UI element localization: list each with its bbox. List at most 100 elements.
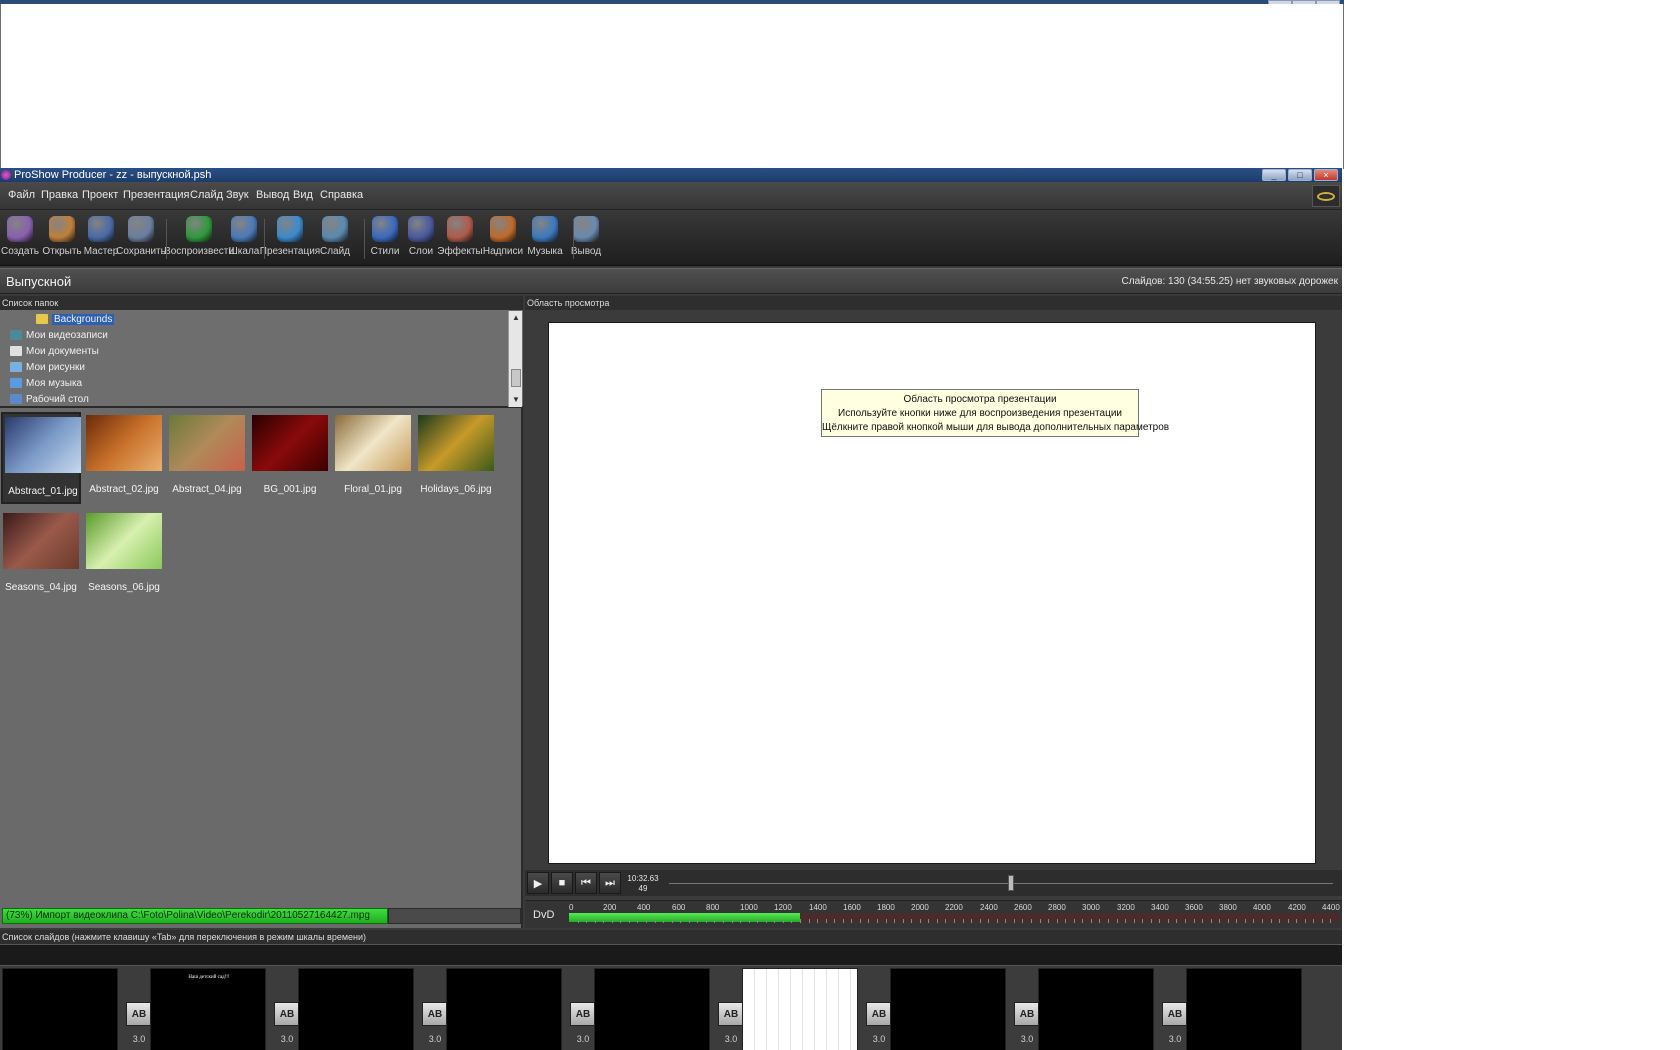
folder-item[interactable]: Мои видеозаписи (10, 328, 108, 342)
file-thumbnail[interactable]: BG_001.jpg (250, 412, 330, 504)
folder-tree-scrollbar[interactable]: ▲ ▼ (508, 311, 522, 407)
play-button[interactable]: ▶ (527, 872, 549, 894)
next-button[interactable]: ⏭ (599, 872, 621, 894)
file-thumbnail[interactable]: Seasons_04.jpg (1, 510, 81, 602)
menu-item[interactable]: Презентация (123, 189, 189, 201)
file-thumbnail[interactable]: Abstract_04.jpg (167, 412, 247, 504)
dvd-minor-tick (928, 919, 929, 923)
dvd-minor-tick (1262, 919, 1263, 923)
stop-button[interactable]: ■ (551, 872, 573, 894)
layers-icon (408, 216, 434, 242)
slide-thumbnail[interactable] (2, 968, 118, 1050)
toolbar-button[interactable]: Надписи (483, 214, 523, 264)
slide-thumbnail[interactable] (446, 968, 562, 1050)
menu-item[interactable]: Вид (293, 189, 313, 201)
toolbar-label: Вывод (570, 246, 602, 257)
file-thumbnail[interactable]: Floral_01.jpg (333, 412, 413, 504)
slide-thumbnail[interactable] (594, 968, 710, 1050)
dvd-minor-tick (1330, 919, 1331, 923)
slide-thumbnail[interactable] (1038, 968, 1154, 1050)
folder-item[interactable]: Рабочий стол (10, 392, 89, 406)
dvd-minor-tick (1117, 919, 1118, 923)
slide-thumbnail[interactable] (890, 968, 1006, 1050)
dvd-minor-tick (1134, 919, 1135, 923)
maximize-button[interactable]: □ (1288, 169, 1312, 181)
toolbar-button[interactable]: Создать (1, 214, 39, 264)
menu-item[interactable]: Правка (41, 189, 78, 201)
eye-icon (1317, 191, 1335, 201)
transition-icon[interactable]: AB (1162, 1002, 1188, 1026)
folder-item[interactable]: Мои документы (10, 344, 99, 358)
dvd-tick-label: 3200 (1117, 903, 1135, 912)
dvd-minor-tick (937, 919, 938, 923)
scroll-thumb[interactable] (511, 369, 521, 387)
transition-icon[interactable]: AB (570, 1002, 596, 1026)
toolbar-button[interactable]: Шкала (228, 214, 260, 264)
file-thumbnail[interactable]: Holidays_06.jpg (416, 412, 496, 504)
menu-item[interactable]: Слайд (190, 189, 223, 201)
dvd-minor-tick (868, 919, 869, 923)
folder-label: Рабочий стол (26, 393, 89, 405)
file-thumbnail[interactable]: Abstract_01.jpg (1, 412, 81, 504)
menu-item[interactable]: Справка (320, 189, 363, 201)
close-button[interactable]: × (1314, 169, 1338, 181)
slide-thumbnail[interactable] (742, 968, 858, 1050)
transition-icon[interactable]: AB (274, 1002, 300, 1026)
transition-icon[interactable]: AB (866, 1002, 892, 1026)
file-thumbnail[interactable]: Abstract_02.jpg (84, 412, 164, 504)
styles-icon (372, 216, 398, 242)
save-icon (128, 216, 154, 242)
slide-thumbnail[interactable] (1186, 968, 1302, 1050)
transition-icon[interactable]: AB (718, 1002, 744, 1026)
dvd-minor-tick (800, 919, 801, 923)
previous-button[interactable]: ⏮ (575, 872, 597, 894)
file-thumbnail[interactable]: Seasons_06.jpg (84, 510, 164, 602)
dvd-tick-label: 600 (672, 903, 686, 912)
toolbar-button[interactable]: Слайд (318, 214, 352, 264)
folder-label: Моя музыка (26, 377, 83, 389)
dvd-minor-tick (1245, 919, 1246, 923)
dvd-minor-tick (1253, 919, 1254, 923)
dvd-minor-tick (732, 919, 733, 923)
toolbar-button[interactable]: Открыть (42, 214, 82, 264)
preview-eye-button[interactable] (1312, 185, 1340, 207)
toolbar-button[interactable]: Сохранить (116, 214, 166, 264)
toolbar-button[interactable]: Мастер (84, 214, 118, 264)
seek-handle[interactable] (1008, 875, 1014, 891)
dvd-minor-tick (1228, 919, 1229, 923)
toolbar-button[interactable]: Стили (368, 214, 402, 264)
scroll-down-icon[interactable]: ▼ (509, 393, 523, 407)
dvd-minor-tick (851, 919, 852, 923)
minimize-button[interactable]: _ (1262, 169, 1286, 181)
toolbar-label: Шкала (228, 246, 260, 257)
file-name: Abstract_01.jpg (8, 486, 78, 497)
transition-icon[interactable]: AB (422, 1002, 448, 1026)
folder-item[interactable]: Backgrounds (36, 312, 115, 326)
dvd-tick-label: 2600 (1014, 903, 1032, 912)
folder-icon (36, 314, 48, 324)
toolbar-button[interactable]: Эффекты (437, 214, 483, 264)
menu-item[interactable]: Вывод (256, 189, 289, 201)
folder-item[interactable]: Мои рисунки (10, 360, 85, 374)
menu-item[interactable]: Проект (82, 189, 118, 201)
preview-area[interactable]: Область просмотра презентации Используйт… (548, 322, 1316, 864)
transition-icon[interactable]: AB (1014, 1002, 1040, 1026)
seek-track[interactable] (669, 883, 1333, 884)
scroll-up-icon[interactable]: ▲ (509, 311, 523, 325)
thumbnail-image (3, 513, 79, 569)
folder-item[interactable]: Моя музыка (10, 376, 82, 390)
slide-thumbnail[interactable]: Наш детский сад!!! (150, 968, 266, 1050)
toolbar-button[interactable]: Музыка (526, 214, 564, 264)
slide-thumbnail[interactable] (298, 968, 414, 1050)
toolbar-button[interactable]: Слои (406, 214, 436, 264)
transition-icon[interactable]: AB (126, 1002, 152, 1026)
menu-item[interactable]: Файл (8, 189, 35, 201)
toolbar-button[interactable]: Презентация (260, 214, 320, 264)
folder-label: Мои рисунки (26, 361, 85, 373)
toolbar-button[interactable]: Вывод (569, 214, 603, 264)
playback-controls: ▶ ■ ⏮ ⏭ 10:32.63 49 (525, 870, 1342, 896)
toolbar-button[interactable]: Воспроизвести (164, 214, 234, 264)
captions-icon (490, 216, 516, 242)
menu-item[interactable]: Звук (226, 189, 249, 201)
dvd-minor-tick (1048, 919, 1049, 923)
